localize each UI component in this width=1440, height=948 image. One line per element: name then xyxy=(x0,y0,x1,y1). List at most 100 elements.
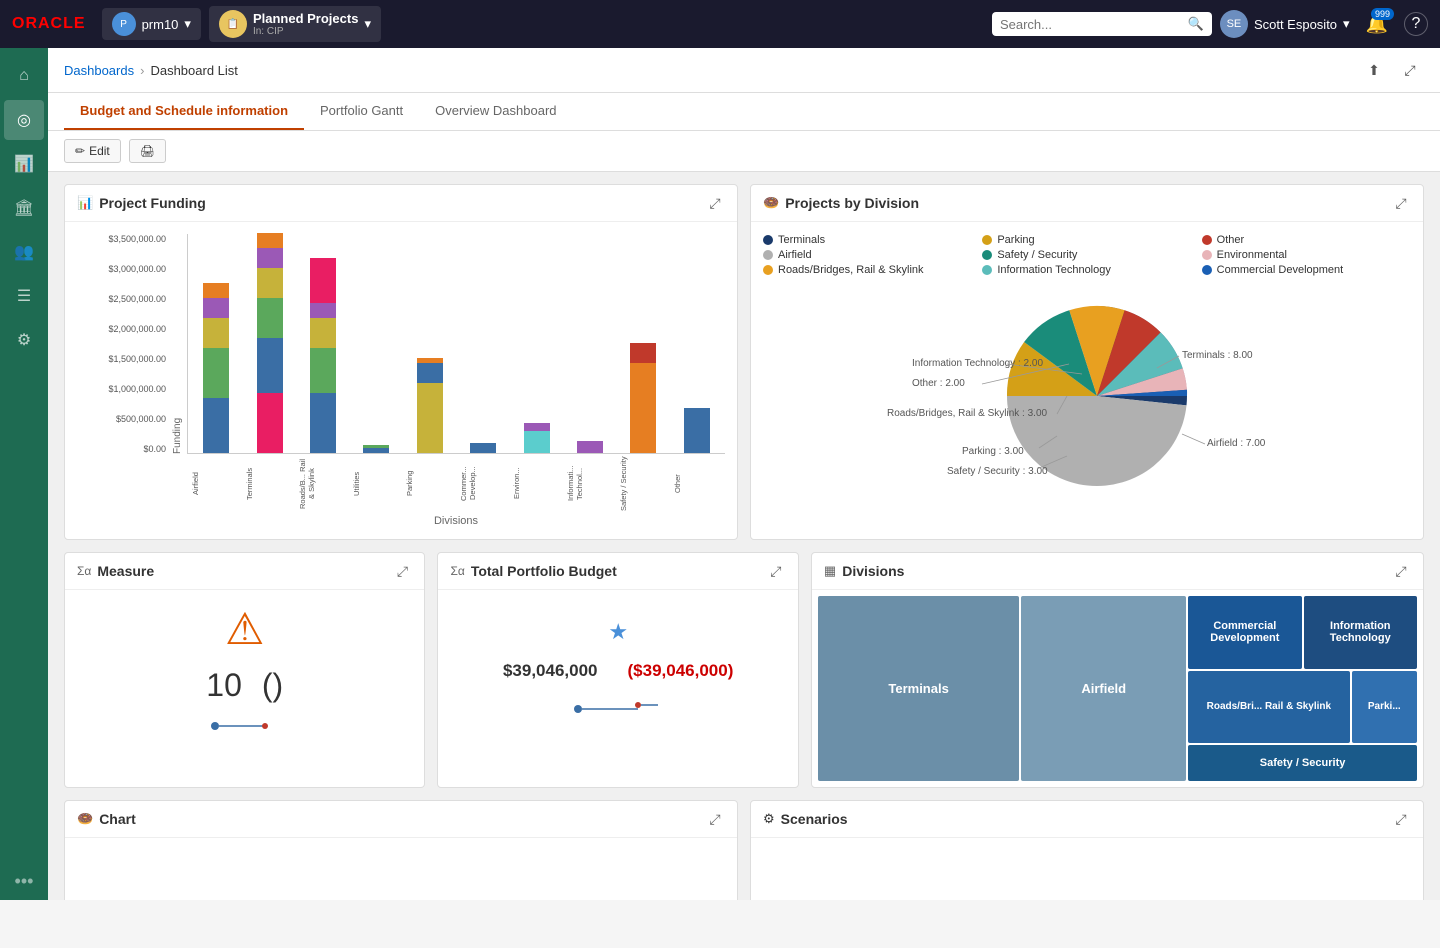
bar-segment xyxy=(310,258,336,303)
measure-sparkline-svg xyxy=(205,716,285,736)
sidebar-item-list[interactable]: ☰ xyxy=(4,276,44,316)
breadcrumb-dashboards[interactable]: Dashboards xyxy=(64,63,134,78)
bar-terminals xyxy=(245,233,293,453)
project-switcher-button[interactable]: 📋 Planned Projects In: CIP ▾ xyxy=(209,6,381,42)
portfolio-header: Σα Total Portfolio Budget ⤢ xyxy=(438,553,797,590)
total-portfolio-card: Σα Total Portfolio Budget ⤢ ★ $39,046,00… xyxy=(437,552,798,788)
bar-segment xyxy=(257,338,283,393)
scenarios-header: ⚙ Scenarios ⤢ xyxy=(751,801,1423,838)
x-label-it: Informati... Technol... xyxy=(566,456,615,511)
bar-segment xyxy=(203,398,229,453)
user-menu-button[interactable]: SE Scott Esposito ▾ xyxy=(1220,10,1350,38)
y-label-5: $2,500,000.00 xyxy=(77,294,166,304)
x-labels: Airfield Terminals Roads/B... Rail & Sky… xyxy=(187,456,725,511)
y-label-7: $3,500,000.00 xyxy=(77,234,166,244)
legend-other: Other xyxy=(1202,234,1411,246)
treemap-bottom: Roads/Bri... Rail & Skylink Parki... xyxy=(1188,671,1417,744)
treemap-terminals: Terminals xyxy=(818,596,1019,781)
project-funding-card: 📊 Project Funding ⤢ $3,500,000.00 $3,000… xyxy=(64,184,738,540)
divisions-icon: ▦ xyxy=(824,563,836,579)
tab-overview[interactable]: Overview Dashboard xyxy=(419,93,572,130)
x-label-airfield: Airfield xyxy=(191,456,240,511)
legend-safety: Safety / Security xyxy=(982,249,1191,261)
bar-segment xyxy=(257,393,283,453)
x-label-utilities: Utilities xyxy=(352,456,401,511)
x-label-commercial: Commer... Develop... xyxy=(459,456,508,511)
dashboard-scroll[interactable]: 📊 Project Funding ⤢ $3,500,000.00 $3,000… xyxy=(48,172,1440,900)
edit-button[interactable]: ✏ Edit xyxy=(64,139,121,163)
measure-sparkline xyxy=(205,716,285,736)
treemap-safety: Safety / Security xyxy=(1188,745,1417,781)
x-label-parking: Parking xyxy=(405,456,454,511)
annotation-parking: Parking : 3.00 xyxy=(962,446,1024,457)
scenarios-expand-button[interactable]: ⤢ xyxy=(1391,809,1411,829)
content-area: Dashboards › Dashboard List ⬆ ⤢ Budget a… xyxy=(48,48,1440,900)
bar-segment xyxy=(363,448,389,453)
measure-body: ⚠ 10 () xyxy=(65,590,424,750)
portfolio-icon: Σα xyxy=(450,564,464,578)
division-chart-icon: 🍩 xyxy=(763,195,779,211)
x-label-environ: Environ... xyxy=(512,456,561,511)
sidebar-item-settings[interactable]: ⚙ xyxy=(4,320,44,360)
treemap-top: Commercial Development Information Techn… xyxy=(1188,596,1417,669)
x-label-other: Other xyxy=(673,456,722,511)
chart-expand-button[interactable]: ⤢ xyxy=(705,809,725,829)
bar-segment xyxy=(203,283,229,298)
bar-segment xyxy=(257,248,283,268)
bar-segment xyxy=(257,233,283,248)
measure-expand-button[interactable]: ⤢ xyxy=(392,561,412,581)
help-button[interactable]: ? xyxy=(1404,12,1428,36)
annotation-it: Information Technology : 2.00 xyxy=(912,358,1043,369)
pie-chart-svg: Information Technology : 2.00 Other : 2.… xyxy=(817,286,1357,506)
sidebar-item-target[interactable]: ◎ xyxy=(4,100,44,140)
app-switcher-button[interactable]: P prm10 ▾ xyxy=(102,8,201,40)
search-box[interactable]: 🔍 xyxy=(992,12,1212,36)
measure-icon: Σα xyxy=(77,564,91,578)
divisions-body: Terminals Airfield Commercial Developmen… xyxy=(812,590,1423,787)
funding-expand-button[interactable]: ⤢ xyxy=(705,193,725,213)
sidebar-item-building[interactable]: 🏛 xyxy=(4,188,44,228)
y-label-2: $1,000,000.00 xyxy=(77,384,166,394)
divisions-expand-button[interactable]: ⤢ xyxy=(1391,561,1411,581)
tab-budget[interactable]: Budget and Schedule information xyxy=(64,93,304,130)
dashboard-row-3: 🍩 Chart ⤢ ⚙ Scenarios ⤢ xyxy=(64,800,1424,900)
share-icon[interactable]: ⬆ xyxy=(1360,56,1388,84)
measure-value-2: () xyxy=(262,667,283,704)
portfolio-amount-1: $39,046,000 xyxy=(503,661,598,681)
annotation-roads: Roads/Bridges, Rail & Skylink : 3.00 xyxy=(887,408,1048,419)
treemap-it: Information Technology xyxy=(1304,596,1417,669)
scenarios-title: Scenarios xyxy=(781,811,1385,827)
chart-card: 🍩 Chart ⤢ xyxy=(64,800,738,900)
bar-utilities xyxy=(352,445,400,453)
y-label-4: $2,000,000.00 xyxy=(77,324,166,334)
sidebar-item-home[interactable]: ⌂ xyxy=(4,56,44,96)
projects-by-division-body: Terminals Parking Other Airfield Safety … xyxy=(751,222,1423,518)
tab-gantt[interactable]: Portfolio Gantt xyxy=(304,93,419,130)
sidebar-item-data[interactable]: 📊 xyxy=(4,144,44,184)
legend-terminals: Terminals xyxy=(763,234,972,246)
bar-environ xyxy=(512,423,560,453)
notifications-button[interactable]: 🔔 999 xyxy=(1366,14,1388,35)
annotation-airfield: Airfield : 7.00 xyxy=(1207,438,1266,449)
search-input[interactable] xyxy=(1000,17,1182,32)
measure-values: 10 () xyxy=(206,667,283,704)
divisions-treemap-card: ▦ Divisions ⤢ Terminals Airfield xyxy=(811,552,1424,788)
portfolio-expand-button[interactable]: ⤢ xyxy=(766,561,786,581)
measure-header: Σα Measure ⤢ xyxy=(65,553,424,590)
breadcrumb-current: Dashboard List xyxy=(150,63,237,78)
division-expand-button[interactable]: ⤢ xyxy=(1391,193,1411,213)
user-name: Scott Esposito xyxy=(1254,17,1337,32)
print-button[interactable]: 🖨 xyxy=(129,139,166,163)
search-icon: 🔍 xyxy=(1188,16,1204,32)
sidebar-more[interactable]: ••• xyxy=(15,871,34,892)
toolbar: ✏ Edit 🖨 xyxy=(48,131,1440,172)
top-navigation: ORACLE P prm10 ▾ 📋 Planned Projects In: … xyxy=(0,0,1440,48)
fullscreen-icon[interactable]: ⤢ xyxy=(1396,56,1424,84)
scrollbar[interactable] xyxy=(1434,48,1440,900)
portfolio-numbers: $39,046,000 ($39,046,000) xyxy=(503,661,733,681)
bar-segment xyxy=(203,348,229,398)
treemap-airfield: Airfield xyxy=(1021,596,1186,781)
dashboard-row-2: Σα Measure ⤢ ⚠ 10 () xyxy=(64,552,1424,788)
bar-airfield xyxy=(192,283,240,453)
sidebar-item-people[interactable]: 👥 xyxy=(4,232,44,272)
